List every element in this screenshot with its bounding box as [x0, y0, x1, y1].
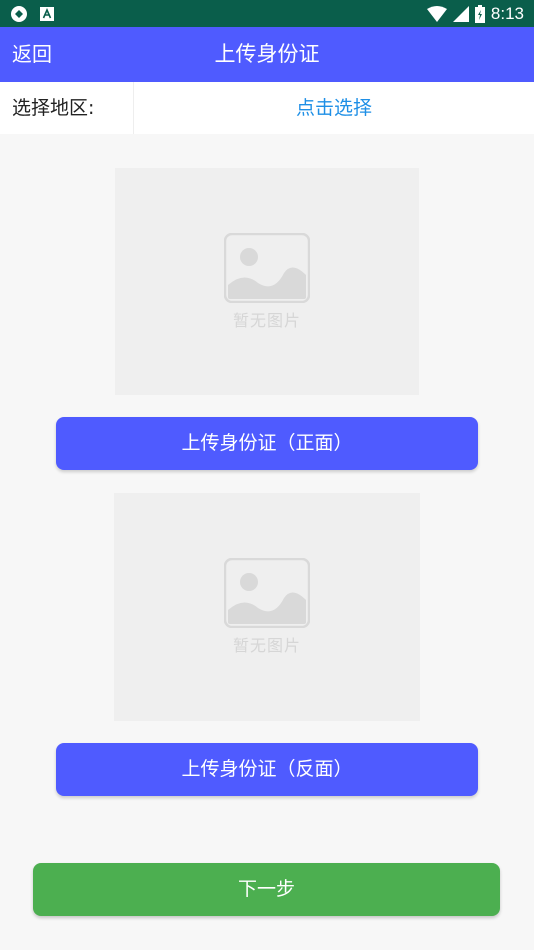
- page-title: 上传身份证: [214, 42, 320, 66]
- font-notification-icon: [40, 6, 54, 21]
- wifi-icon: [426, 5, 447, 22]
- upload-id-back-button[interactable]: 上传身份证（反面）: [56, 743, 478, 796]
- image-placeholder-icon: [224, 232, 310, 303]
- back-button[interactable]: 返回: [12, 27, 52, 82]
- id-back-image[interactable]: 暂无图片: [114, 493, 420, 721]
- status-bar: 8:13: [0, 0, 534, 27]
- region-label: 选择地区:: [0, 82, 134, 134]
- upload-id-front-button[interactable]: 上传身份证（正面）: [56, 417, 478, 470]
- status-right: 8:13: [426, 3, 524, 24]
- battery-icon: [474, 4, 485, 23]
- image-placeholder-text: 暂无图片: [232, 636, 301, 655]
- region-select-button[interactable]: 点击选择: [134, 82, 534, 134]
- app-bar: 上传身份证 返回: [0, 27, 534, 82]
- image-placeholder-text: 暂无图片: [232, 310, 301, 330]
- image-placeholder-icon: [224, 558, 310, 628]
- signal-icon: [452, 5, 469, 22]
- status-left: [10, 5, 54, 23]
- status-time: 8:13: [490, 3, 524, 23]
- region-row: 选择地区: 点击选择: [0, 82, 534, 134]
- id-front-image[interactable]: 暂无图片: [115, 168, 419, 395]
- app-notification-icon: [11, 5, 27, 22]
- next-step-button[interactable]: 下一步: [33, 863, 500, 916]
